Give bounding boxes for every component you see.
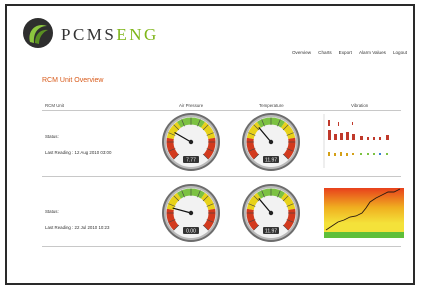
gauge-readout-value: 7.77 xyxy=(186,158,196,164)
footer-divider xyxy=(42,246,401,247)
gauge-dial: 11.97 xyxy=(242,113,300,171)
nav-charts[interactable]: Charts xyxy=(318,50,332,55)
page-title: RCM Unit Overview xyxy=(42,77,104,84)
top-nav: Overview Charts Export Alarm Values Logo… xyxy=(292,50,407,55)
pcmseng-logo[interactable]: PCMSENG xyxy=(21,16,156,50)
row2-vibration-chart[interactable] xyxy=(322,186,406,240)
gauge-hub xyxy=(188,210,194,216)
gauge-readout-value: 11.97 xyxy=(265,158,277,164)
logo-swirl-icon xyxy=(23,18,53,48)
row2-temperature-gauge: 11.97 xyxy=(241,183,301,243)
row1-vibration-chart[interactable] xyxy=(322,112,406,170)
vibration-bars xyxy=(328,130,389,140)
gauge-hub xyxy=(188,139,194,145)
row1-temperature-gauge: 11.97 xyxy=(241,112,301,172)
logo-text-pcms: PCMS xyxy=(61,25,117,44)
logo-text-eng: ENG xyxy=(116,25,159,44)
gauge-dial: 11.97 xyxy=(242,184,300,242)
gauge-hub xyxy=(268,210,274,216)
nav-overview[interactable]: Overview xyxy=(292,50,311,55)
row2-air-pressure-gauge: 0.00 xyxy=(161,183,221,243)
logo-text: PCMSENG xyxy=(61,25,159,45)
row2-last-reading: Last Reading : 22 Jul 2010 10:23 xyxy=(45,225,110,230)
nav-logout[interactable]: Logout xyxy=(393,50,407,55)
col-header-air-pressure: Air Pressure xyxy=(179,103,204,108)
vibration-top-markers xyxy=(328,120,353,126)
app-frame: PCMSENG Overview Charts Export Alarm Val… xyxy=(5,4,415,285)
row-divider xyxy=(42,176,401,177)
row1-air-pressure-gauge: 7.77 xyxy=(161,112,221,172)
gauge-hub xyxy=(268,139,274,145)
nav-export[interactable]: Export xyxy=(339,50,352,55)
col-header-temperature: Temperature xyxy=(259,103,284,108)
row1-status-label: Status: xyxy=(45,134,59,139)
vibration-green-band xyxy=(324,232,404,238)
gauge-dial: 7.77 xyxy=(162,113,220,171)
col-header-vibration: Vibration xyxy=(351,103,369,108)
gauge-readout-value: 11.97 xyxy=(265,229,277,235)
nav-alarm-values[interactable]: Alarm Values xyxy=(359,50,386,55)
row1-last-reading: Last Reading : 12 Aug 2010 03:00 xyxy=(45,150,112,155)
header-divider xyxy=(42,110,401,111)
gauge-readout-value: 0.00 xyxy=(186,229,196,235)
col-header-rcm-unit: RCM Unit xyxy=(45,103,65,108)
vibration-markers xyxy=(328,152,388,156)
gauge-dial: 0.00 xyxy=(162,184,220,242)
row2-status-label: Status: xyxy=(45,209,59,214)
